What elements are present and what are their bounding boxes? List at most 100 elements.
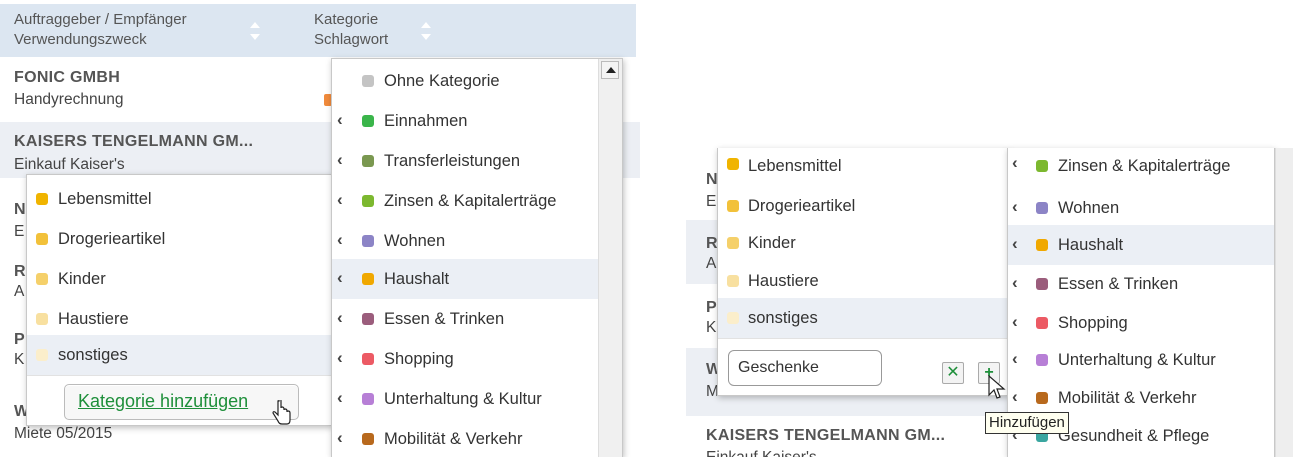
- subcategory-label: sonstiges: [748, 309, 818, 327]
- category-color-dot: [1036, 317, 1048, 329]
- category-color-dot: [1036, 278, 1048, 290]
- category-color-dot: [727, 237, 739, 249]
- category-item[interactable]: ‹ Wohnen: [332, 221, 622, 261]
- chevron-left-icon: ‹: [337, 308, 343, 327]
- column-header-payee-line2: Verwendungszweck: [14, 31, 147, 48]
- chevron-left-icon: ‹: [1012, 349, 1018, 368]
- category-label: Mobilität & Verkehr: [384, 430, 523, 448]
- scrollbar[interactable]: [598, 59, 622, 457]
- subcategory-item[interactable]: sonstiges: [27, 335, 331, 375]
- category-item[interactable]: ‹ Unterhaltung & Kultur: [332, 379, 622, 419]
- category-color-dot: [362, 313, 374, 325]
- subcategory-item[interactable]: Lebensmittel: [718, 148, 1007, 188]
- subcategory-item[interactable]: Drogerieartikel: [27, 219, 331, 259]
- column-header-payee[interactable]: Auftraggeber / Empfänger Verwendungszwec…: [14, 10, 187, 50]
- chevron-left-icon: ‹: [1012, 387, 1018, 406]
- category-item[interactable]: ‹ Zinsen & Kapitalerträge: [332, 181, 622, 221]
- category-color-dot: [1036, 354, 1048, 366]
- category-color-dot: [362, 75, 374, 87]
- category-label: Unterhaltung & Kultur: [384, 390, 542, 408]
- sort-icon[interactable]: [250, 22, 260, 40]
- chevron-left-icon: ‹: [337, 428, 343, 447]
- category-item[interactable]: Ohne Kategorie: [332, 61, 622, 101]
- table-header: Auftraggeber / Empfänger Verwendungszwec…: [0, 4, 636, 57]
- scroll-up-icon[interactable]: [601, 61, 619, 79]
- row-purpose: Einkauf Kaiser's: [706, 448, 817, 457]
- category-item[interactable]: ‹ Shopping: [1008, 303, 1274, 343]
- subcategory-item[interactable]: Drogerieartikel: [718, 186, 1007, 226]
- category-item[interactable]: ‹ Transferleistungen: [332, 141, 622, 181]
- subcategory-item[interactable]: sonstiges: [718, 298, 1007, 338]
- category-menu: ‹ Zinsen & Kapitalerträge ‹ Wohnen ‹ Hau…: [1007, 148, 1275, 457]
- subcategory-label: sonstiges: [58, 346, 128, 364]
- subcategory-menu: Lebensmittel Drogerieartikel Kinder Haus…: [717, 148, 1008, 399]
- category-item[interactable]: ‹ Mobilität & Verkehr: [332, 419, 622, 457]
- subcategory-item[interactable]: Lebensmittel: [27, 179, 331, 219]
- category-color-dot: [36, 313, 48, 325]
- divider: [718, 338, 1007, 339]
- column-header-category[interactable]: Kategorie Schlagwort: [314, 10, 388, 50]
- category-color-dot: [362, 353, 374, 365]
- cancel-button[interactable]: ✕: [942, 362, 964, 384]
- column-header-payee-line1: Auftraggeber / Empfänger: [14, 11, 187, 28]
- category-label: Gesundheit & Pflege: [1058, 427, 1210, 445]
- category-label: Einnahmen: [384, 112, 468, 130]
- category-item[interactable]: ‹ Haushalt: [332, 259, 622, 299]
- subcategory-label: Drogerieartikel: [748, 197, 856, 215]
- category-color-dot: [1036, 160, 1048, 172]
- row-fragment: N: [14, 201, 26, 218]
- row-payee: FONIC GMBH: [14, 69, 121, 86]
- category-label: Zinsen & Kapitalerträge: [384, 192, 557, 210]
- category-color-dot: [36, 233, 48, 245]
- chevron-left-icon: ‹: [1012, 153, 1018, 172]
- row-fragment: E: [14, 223, 25, 240]
- category-item[interactable]: ‹ Essen & Trinken: [1008, 264, 1274, 304]
- subcategory-item[interactable]: Haustiere: [27, 299, 331, 339]
- category-label: Mobilität & Verkehr: [1058, 389, 1197, 407]
- category-label: Essen & Trinken: [384, 310, 505, 328]
- new-category-field[interactable]: [729, 351, 881, 385]
- category-item[interactable]: ‹ Haushalt: [1008, 225, 1274, 265]
- add-category-button[interactable]: Kategorie hinzufügen: [64, 384, 299, 420]
- row-fragment: P: [706, 299, 717, 316]
- row-payee: KAISERS TENGELMANN GM...: [706, 427, 946, 444]
- category-item[interactable]: ‹ Essen & Trinken: [332, 299, 622, 339]
- subcategory-item[interactable]: Haustiere: [718, 261, 1007, 301]
- sort-icon[interactable]: [421, 22, 431, 40]
- category-color-dot: [362, 115, 374, 127]
- column-header-category-line1: Kategorie: [314, 11, 379, 28]
- new-category-input[interactable]: [728, 350, 882, 386]
- row-fragment: Miete 05/2015: [14, 425, 113, 442]
- tooltip: Hinzufügen: [985, 412, 1069, 434]
- category-label: Unterhaltung & Kultur: [1058, 351, 1216, 369]
- chevron-left-icon: ‹: [1012, 312, 1018, 331]
- category-item[interactable]: ‹ Wohnen: [1008, 188, 1274, 228]
- hand-cursor-icon: [272, 400, 291, 425]
- category-item[interactable]: ‹ Shopping: [332, 339, 622, 379]
- row-fragment: K: [14, 351, 25, 368]
- chevron-left-icon: ‹: [337, 110, 343, 129]
- chevron-left-icon: ‹: [1012, 234, 1018, 253]
- category-color-dot: [362, 433, 374, 445]
- row-fragment: P: [14, 331, 25, 348]
- category-color-dot: [727, 312, 739, 324]
- scrollbar[interactable]: [1275, 148, 1293, 457]
- subcategory-label: Kinder: [58, 270, 106, 288]
- category-item[interactable]: ‹ Einnahmen: [332, 101, 622, 141]
- category-color-dot: [362, 195, 374, 207]
- category-item[interactable]: ‹ Zinsen & Kapitalerträge: [1008, 148, 1274, 188]
- row-payee: KAISERS TENGELMANN GM...: [14, 133, 254, 150]
- subcategory-item[interactable]: Kinder: [718, 223, 1007, 263]
- category-color-dot: [1036, 239, 1048, 251]
- category-label: Transferleistungen: [384, 152, 521, 170]
- subcategory-label: Lebensmittel: [58, 190, 152, 208]
- category-menu: Ohne Kategorie ‹ Einnahmen ‹ Transferlei…: [331, 58, 623, 457]
- category-label: Shopping: [384, 350, 454, 368]
- category-label: Shopping: [1058, 314, 1128, 332]
- chevron-left-icon: ‹: [1012, 197, 1018, 216]
- row-purpose: Handyrechnung: [14, 91, 124, 108]
- category-item[interactable]: ‹ Unterhaltung & Kultur: [1008, 340, 1274, 380]
- subcategory-item[interactable]: Kinder: [27, 259, 331, 299]
- category-color-dot: [362, 235, 374, 247]
- add-category-label: Kategorie hinzufügen: [78, 391, 249, 411]
